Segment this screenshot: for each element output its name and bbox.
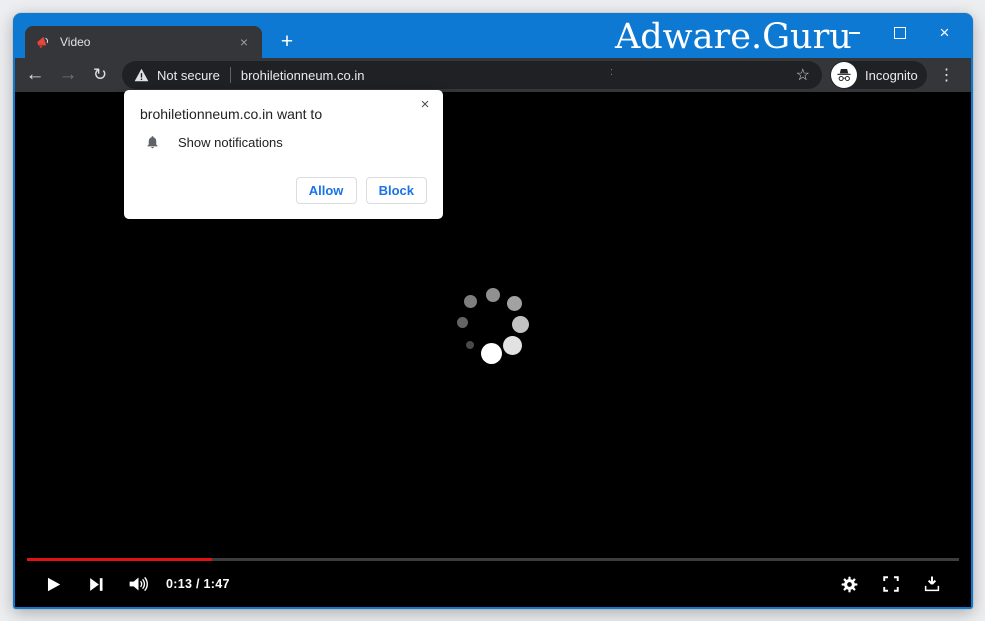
not-secure-warning-icon <box>134 68 149 82</box>
window-titlebar: Video × + Adware.Guru × <box>15 13 971 58</box>
spinner-dot <box>466 341 474 349</box>
incognito-label: Incognito <box>865 68 918 83</box>
permission-request-row: Show notifications <box>145 134 283 150</box>
close-window-button[interactable]: × <box>922 15 967 51</box>
settings-gear-icon[interactable] <box>840 575 859 594</box>
volume-icon[interactable] <box>128 575 149 593</box>
maximize-button[interactable] <box>877 15 922 51</box>
reload-button[interactable]: ↻ <box>85 60 115 90</box>
window-controls: × <box>832 15 967 53</box>
fullscreen-icon[interactable] <box>882 575 900 593</box>
tab-title: Video <box>60 35 236 49</box>
block-button[interactable]: Block <box>366 177 427 204</box>
next-button[interactable] <box>87 575 106 594</box>
forward-button[interactable]: → <box>53 60 83 90</box>
time-display: 0:13 / 1:47 <box>166 577 230 591</box>
popup-buttons: Allow Block <box>296 177 427 204</box>
player-controls: 0:13 / 1:47 <box>15 561 971 607</box>
bell-icon <box>145 134 160 150</box>
tab-close-icon[interactable]: × <box>236 35 252 49</box>
popup-close-icon[interactable]: × <box>416 96 434 114</box>
allow-button[interactable]: Allow <box>296 177 357 204</box>
permission-request-label: Show notifications <box>178 135 283 150</box>
desktop-background: Video × + Adware.Guru × ← → ↻ <box>0 0 985 621</box>
spinner-dot <box>457 317 468 328</box>
minimize-icon <box>849 32 860 34</box>
spinner-dot <box>486 288 500 302</box>
url-text[interactable]: brohiletionneum.co.in <box>241 68 365 83</box>
address-bar[interactable]: Not secure brohiletionneum.co.in : ☆ <box>122 61 822 89</box>
omnibox-divider <box>230 67 231 83</box>
new-tab-button[interactable]: + <box>273 28 301 56</box>
browser-toolbar: ← → ↻ Not secure brohiletionneum.co.in :… <box>15 58 971 92</box>
incognito-badge: Incognito <box>830 61 927 89</box>
play-button[interactable] <box>44 575 63 594</box>
notification-permission-popup: × brohiletionneum.co.in want to Show not… <box>124 90 443 219</box>
maximize-icon <box>894 27 906 39</box>
minimize-button[interactable] <box>832 15 877 51</box>
browser-window: Video × + Adware.Guru × ← → ↻ <box>13 13 973 609</box>
spinner-dot <box>481 343 502 364</box>
not-secure-label[interactable]: Not secure <box>157 68 220 83</box>
download-icon[interactable] <box>923 575 941 593</box>
popup-title: brohiletionneum.co.in want to <box>140 106 322 122</box>
megaphone-favicon-icon <box>35 34 51 50</box>
back-button[interactable]: ← <box>20 60 50 90</box>
spinner-dot <box>503 336 522 355</box>
spinner-dot <box>512 316 529 333</box>
watermark-title: Adware.Guru <box>615 14 839 58</box>
menu-icon[interactable]: ⋮ <box>932 65 962 85</box>
spinner-dot <box>507 296 522 311</box>
player-right-controls <box>840 575 941 594</box>
browser-tab[interactable]: Video × <box>25 26 262 58</box>
bookmark-star-icon[interactable]: ☆ <box>796 65 810 85</box>
spinner-dot <box>464 295 477 308</box>
stray-colon-text: : <box>610 66 613 78</box>
incognito-icon <box>831 62 857 88</box>
